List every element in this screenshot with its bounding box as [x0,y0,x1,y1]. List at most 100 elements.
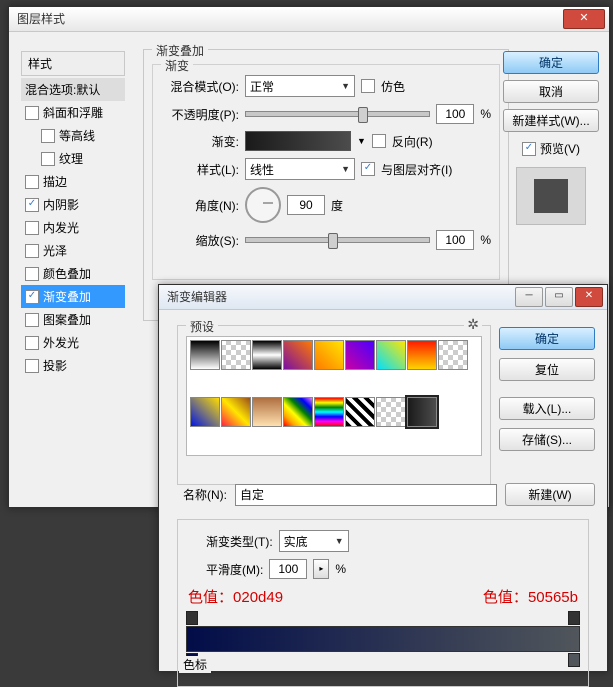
style-color-overlay[interactable]: 颜色叠加 [21,262,125,285]
gradient-picker[interactable] [245,131,351,151]
align-label: 与图层对齐(I) [381,161,452,178]
align-checkbox[interactable] [361,162,375,176]
gradient-editor-title: 渐变编辑器 [167,290,227,304]
preset-swatch[interactable] [345,340,375,370]
preset-swatch[interactable] [438,340,468,370]
presets-title: 预设 [186,318,218,335]
style-satin[interactable]: 光泽 [21,239,125,262]
preset-swatch[interactable] [252,397,282,427]
preset-swatch[interactable] [283,397,313,427]
preset-swatch[interactable] [283,340,313,370]
preset-swatch[interactable] [407,397,437,427]
subgroup-title: 渐变 [161,57,193,74]
opacity-value[interactable]: 100 [436,104,474,124]
style-drop-shadow[interactable]: 投影 [21,354,125,377]
scale-slider[interactable] [245,237,430,243]
blend-mode-combo[interactable]: 正常▼ [245,75,355,97]
style-combo[interactable]: 线性▼ [245,158,355,180]
gradient-editor-dialog: 渐变编辑器 ─ ▭ ✕ 预设 ✲ 确定 复位 载入(L)... 存储( [158,284,608,672]
style-label: 样式(L): [161,161,239,178]
smooth-value[interactable]: 100 [269,559,307,579]
style-outer-glow[interactable]: 外发光 [21,331,125,354]
editor-ok-button[interactable]: 确定 [499,327,595,350]
gradient-type-group: 渐变类型(T): 实底▼ 平滑度(M): 100 ▸ % 色值：020d49 色… [177,519,589,687]
preset-swatch[interactable] [376,397,406,427]
load-button[interactable]: 载入(L)... [499,397,595,420]
reverse-checkbox[interactable] [372,134,386,148]
preview-swatch-frame [516,167,586,225]
preset-swatch[interactable] [252,340,282,370]
styles-header[interactable]: 样式 [21,51,125,76]
style-texture[interactable]: 纹理 [21,147,125,170]
opacity-stop-left[interactable] [186,611,198,625]
close-button[interactable]: ✕ [563,9,605,29]
new-style-button[interactable]: 新建样式(W)... [503,109,599,132]
blend-options-default[interactable]: 混合选项:默认 [21,78,125,101]
color-left-annotation: 色值：020d49 [188,586,283,607]
preview-swatch [534,179,568,213]
name-row: 名称(N): 自定 新建(W) [171,483,595,506]
editor-button-column: 确定 复位 载入(L)... 存储(S)... [499,327,595,451]
gear-icon[interactable]: ✲ [464,316,482,333]
preset-swatch[interactable] [221,397,251,427]
presets-group: 预设 ✲ [177,325,491,485]
editor-reset-button[interactable]: 复位 [499,358,595,381]
style-stroke[interactable]: 描边 [21,170,125,193]
ok-button[interactable]: 确定 [503,51,599,74]
cancel-button[interactable]: 取消 [503,80,599,103]
save-button[interactable]: 存储(S)... [499,428,595,451]
grad-type-combo[interactable]: 实底▼ [279,530,349,552]
preset-swatch[interactable] [407,340,437,370]
editor-close-button[interactable]: ✕ [575,287,603,307]
preview-label: 预览(V) [540,140,580,157]
style-pattern-overlay[interactable]: 图案叠加 [21,308,125,331]
preset-swatch[interactable] [190,340,220,370]
style-list: 样式 混合选项:默认 斜面和浮雕 等高线 纹理 描边 内阴影 内发光 光泽 颜色… [21,51,125,377]
angle-value[interactable]: 90 [287,195,325,215]
preset-swatch[interactable] [345,397,375,427]
preset-swatch[interactable] [314,397,344,427]
reverse-label: 反向(R) [392,133,433,150]
scale-unit: % [480,233,491,247]
preset-swatch[interactable] [314,340,344,370]
gradient-subgroup: 渐变 混合模式(O): 正常▼ 仿色 不透明度(P): 100 % 渐变: ▼ … [152,64,500,280]
opacity-slider[interactable] [245,111,430,117]
preset-swatch[interactable] [190,397,220,427]
style-gradient-overlay[interactable]: 渐变叠加 [21,285,125,308]
preset-swatch[interactable] [221,340,251,370]
preview-checkbox[interactable] [522,142,536,156]
color-stop-right[interactable] [568,653,580,667]
grad-type-label: 渐变类型(T): [206,533,273,550]
smooth-unit: % [335,562,346,576]
dialog-title: 图层样式 [17,12,65,26]
color-right-annotation: 色值：50565b [483,586,578,607]
style-bevel[interactable]: 斜面和浮雕 [21,101,125,124]
blend-mode-label: 混合模式(O): [161,78,239,95]
minimize-button[interactable]: ─ [515,287,543,307]
angle-unit: 度 [331,197,343,214]
dither-checkbox[interactable] [361,79,375,93]
dither-label: 仿色 [381,78,405,95]
preset-grid[interactable] [186,336,482,456]
gradient-bar[interactable] [186,626,580,652]
name-input[interactable]: 自定 [235,484,497,506]
new-button[interactable]: 新建(W) [505,483,595,506]
scale-label: 缩放(S): [161,232,239,249]
preset-swatch[interactable] [376,340,406,370]
opacity-label: 不透明度(P): [161,106,239,123]
scale-value[interactable]: 100 [436,230,474,250]
smooth-label: 平滑度(M): [206,561,263,578]
opacity-stop-right[interactable] [568,611,580,625]
style-inner-shadow[interactable]: 内阴影 [21,193,125,216]
gradient-editor-titlebar[interactable]: 渐变编辑器 ─ ▭ ✕ [159,285,607,310]
gradient-overlay-group: 渐变叠加 渐变 混合模式(O): 正常▼ 仿色 不透明度(P): 100 % 渐… [143,49,509,321]
opacity-unit: % [480,107,491,121]
layer-style-titlebar[interactable]: 图层样式 ✕ [9,7,609,32]
angle-wheel[interactable] [245,187,281,223]
style-inner-glow[interactable]: 内发光 [21,216,125,239]
smooth-dropdown-icon[interactable]: ▸ [313,559,329,579]
maximize-button[interactable]: ▭ [545,287,573,307]
name-label: 名称(N): [171,486,227,503]
style-contour[interactable]: 等高线 [21,124,125,147]
stops-group-label: 色标 [179,656,211,673]
